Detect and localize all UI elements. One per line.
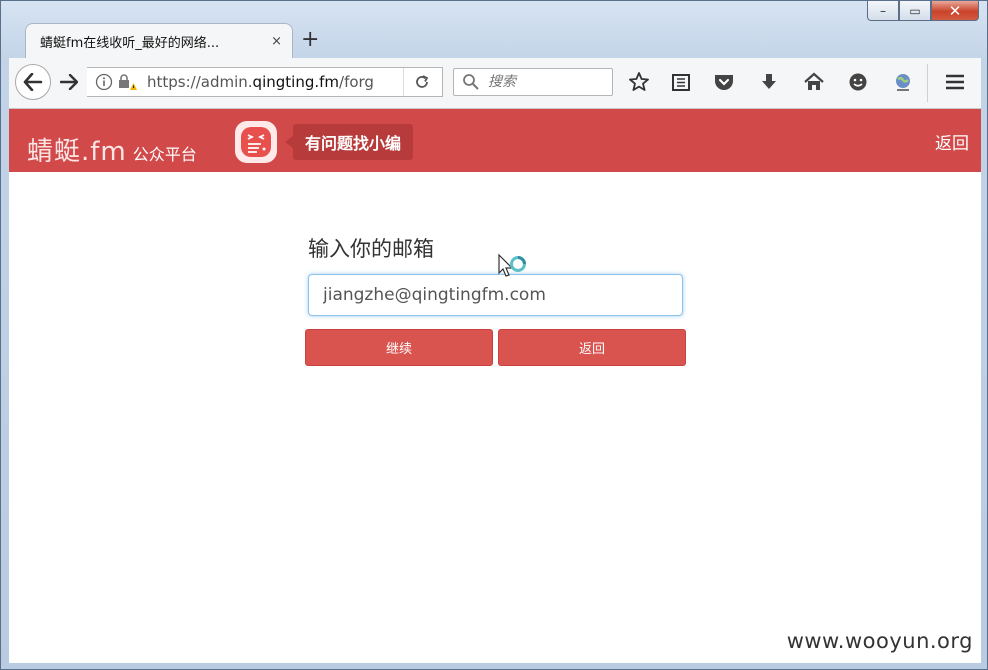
search-bar[interactable] (453, 68, 613, 96)
reading-list-icon (672, 74, 690, 91)
browser-tab[interactable]: 蜻蜓fm在线收听_最好的网络... × (25, 23, 293, 59)
extension-button[interactable] (891, 70, 915, 94)
info-icon[interactable] (93, 73, 115, 91)
search-input[interactable] (486, 73, 600, 91)
feedback-button[interactable] (846, 70, 870, 94)
globe-extension-icon (896, 74, 910, 91)
navigation-toolbar: https://admin.qingting.fm/forg (9, 58, 981, 109)
logo-text: 蜻蜓.fm (27, 137, 127, 167)
mascot-icon[interactable] (235, 121, 277, 163)
url-bar[interactable]: https://admin.qingting.fm/forg (87, 67, 443, 97)
bookmark-star-button[interactable] (627, 70, 651, 94)
star-icon (629, 72, 649, 91)
window-controls: – ▭ ✕ (867, 1, 979, 21)
site-logo[interactable]: 蜻蜓.fm 公众平台 (27, 123, 197, 167)
pocket-button[interactable] (712, 70, 736, 94)
continue-button[interactable]: 继续 (305, 329, 493, 366)
minimize-button[interactable]: – (867, 1, 899, 21)
hamburger-menu-icon (946, 74, 964, 90)
home-icon (804, 72, 824, 90)
site-header: 蜻蜓.fm 公众平台 有问题找小编 返回 (9, 109, 981, 172)
tab-close-button[interactable]: × (271, 34, 282, 49)
insecure-lock-icon[interactable] (115, 73, 139, 91)
download-icon (762, 74, 776, 89)
home-button[interactable] (802, 70, 826, 94)
back-button[interactable] (15, 64, 51, 100)
pocket-icon (715, 75, 733, 90)
url-prefix: https://admin. (147, 73, 253, 91)
form-buttons: 继续 返回 (305, 329, 689, 366)
url-host: qingting.fm (252, 73, 340, 91)
downloads-button[interactable] (757, 70, 781, 94)
title-bar: – ▭ ✕ 蜻蜓fm在线收听_最好的网络... × + (1, 1, 987, 59)
watermark: www.wooyun.org (786, 629, 973, 653)
header-back-link[interactable]: 返回 (935, 129, 969, 154)
reading-list-button[interactable] (669, 70, 693, 94)
forward-button[interactable] (57, 70, 81, 94)
logo-subtitle: 公众平台 (132, 145, 197, 164)
url-text[interactable]: https://admin.qingting.fm/forg (147, 73, 403, 91)
page-viewport: 蜻蜓.fm 公众平台 有问题找小编 返回 输入你的邮箱 继续 返回 www.wo… (9, 109, 981, 663)
email-field[interactable] (308, 274, 683, 316)
search-icon (463, 74, 479, 90)
tab-title: 蜻蜓fm在线收听_最好的网络... (40, 36, 220, 51)
browser-window: – ▭ ✕ 蜻蜓fm在线收听_最好的网络... × + https://admi… (0, 0, 988, 670)
url-path: /forg (339, 73, 374, 91)
help-bubble[interactable]: 有问题找小编 (284, 124, 414, 160)
reload-icon (416, 75, 429, 88)
close-window-button[interactable]: ✕ (931, 1, 979, 21)
smiley-icon (849, 73, 867, 91)
busy-cursor-icon (497, 253, 531, 291)
forward-arrow-icon (60, 74, 78, 90)
menu-button[interactable] (943, 70, 967, 94)
reload-button[interactable] (403, 68, 440, 96)
new-tab-button[interactable]: + (301, 27, 319, 52)
back-button-form[interactable]: 返回 (498, 329, 686, 366)
back-arrow-icon (23, 73, 43, 91)
restore-button[interactable]: ▭ (899, 1, 931, 21)
toolbar-separator (927, 64, 928, 102)
